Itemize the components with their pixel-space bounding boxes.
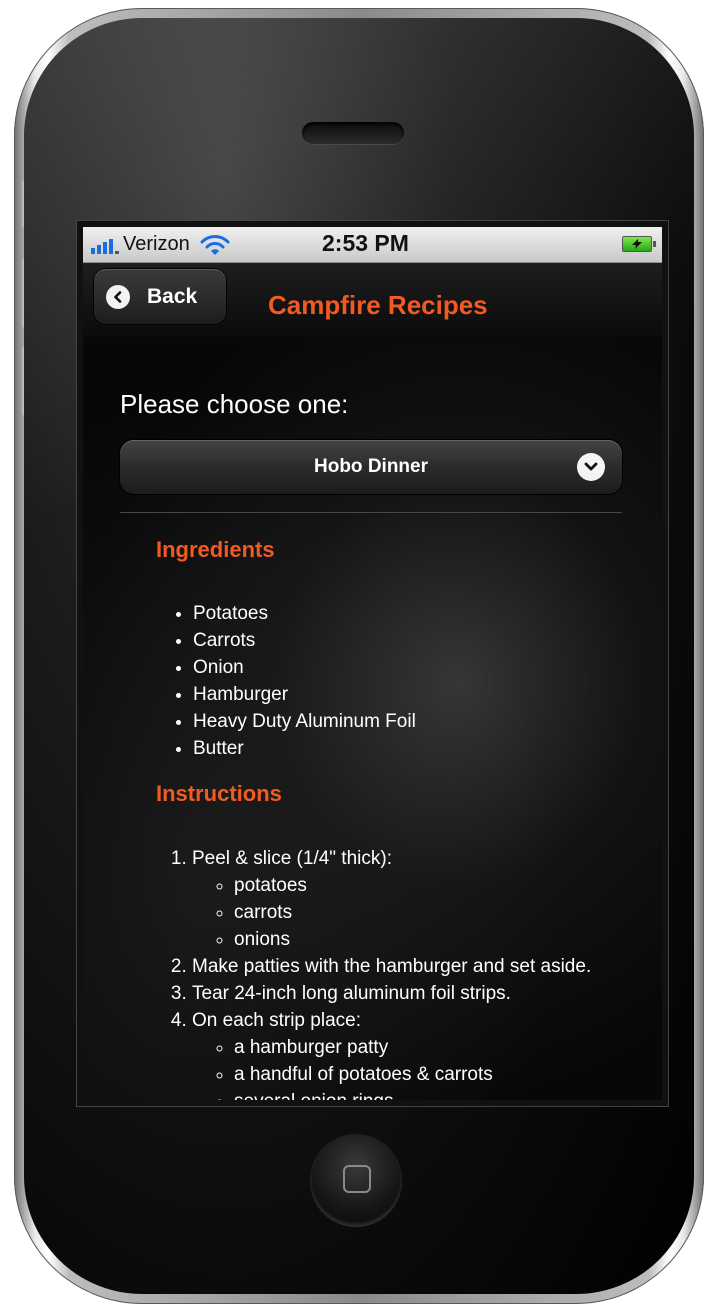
step-text: Tear 24-inch long aluminum foil strips.: [192, 983, 511, 1004]
back-button-label: Back: [147, 284, 198, 308]
recipe-select[interactable]: Hobo Dinner: [120, 440, 622, 494]
chevron-down-icon: [577, 453, 605, 481]
step-text: Peel & slice (1/4" thick):: [192, 848, 392, 869]
instructions-list: Peel & slice (1/4" thick): potatoes carr…: [156, 845, 632, 1100]
wifi-icon: [200, 234, 230, 255]
divider: [120, 512, 622, 513]
signal-bars-icon: [91, 236, 119, 254]
instruction-step: Peel & slice (1/4" thick): potatoes carr…: [192, 845, 632, 953]
battery-charging-icon: [622, 236, 656, 252]
list-item: Onion: [193, 654, 653, 681]
instruction-step: Tear 24-inch long aluminum foil strips.: [192, 980, 632, 1007]
status-time: 2:53 PM: [322, 230, 409, 256]
page-title: Campfire Recipes: [268, 290, 488, 320]
list-item: several onion rings: [234, 1088, 632, 1100]
list-item: Butter: [193, 735, 653, 762]
app-content: Back Campfire Recipes Please choose one:…: [83, 263, 662, 1100]
home-button[interactable]: [310, 1134, 402, 1226]
instruction-step: Make patties with the hamburger and set …: [192, 953, 632, 980]
instructions-heading: Instructions: [156, 781, 282, 806]
list-item: potatoes: [234, 872, 632, 899]
status-bar: Verizon 2:53 PM: [83, 227, 662, 263]
step-text: On each strip place:: [192, 1010, 361, 1031]
back-button[interactable]: Back: [94, 269, 226, 324]
screen: Verizon 2:53 PM Back Campfire Recipes Pl…: [83, 227, 662, 1100]
sub-list: potatoes carrots onions: [192, 872, 632, 953]
recipe-select-value: Hobo Dinner: [314, 456, 428, 477]
sub-list: a hamburger patty a handful of potatoes …: [192, 1034, 632, 1100]
carrier-name: Verizon: [123, 233, 190, 255]
list-item: Hamburger: [193, 681, 653, 708]
navigation-bar: Back Campfire Recipes: [83, 263, 662, 337]
list-item: Carrots: [193, 627, 653, 654]
chevron-left-icon: [106, 284, 130, 309]
list-item: onions: [234, 926, 632, 953]
earpiece-speaker: [302, 122, 404, 144]
instruction-step: On each strip place: a hamburger patty a…: [192, 1007, 632, 1100]
list-item: a hamburger patty: [234, 1034, 632, 1061]
ingredients-heading: Ingredients: [156, 537, 275, 562]
step-text: Make patties with the hamburger and set …: [192, 956, 592, 977]
list-item: Potatoes: [193, 600, 653, 627]
list-item: carrots: [234, 899, 632, 926]
ingredients-list: Potatoes Carrots Onion Hamburger Heavy D…: [156, 600, 653, 762]
list-item: a handful of potatoes & carrots: [234, 1061, 632, 1088]
list-item: Heavy Duty Aluminum Foil: [193, 708, 653, 735]
chooser-prompt: Please choose one:: [120, 389, 349, 419]
